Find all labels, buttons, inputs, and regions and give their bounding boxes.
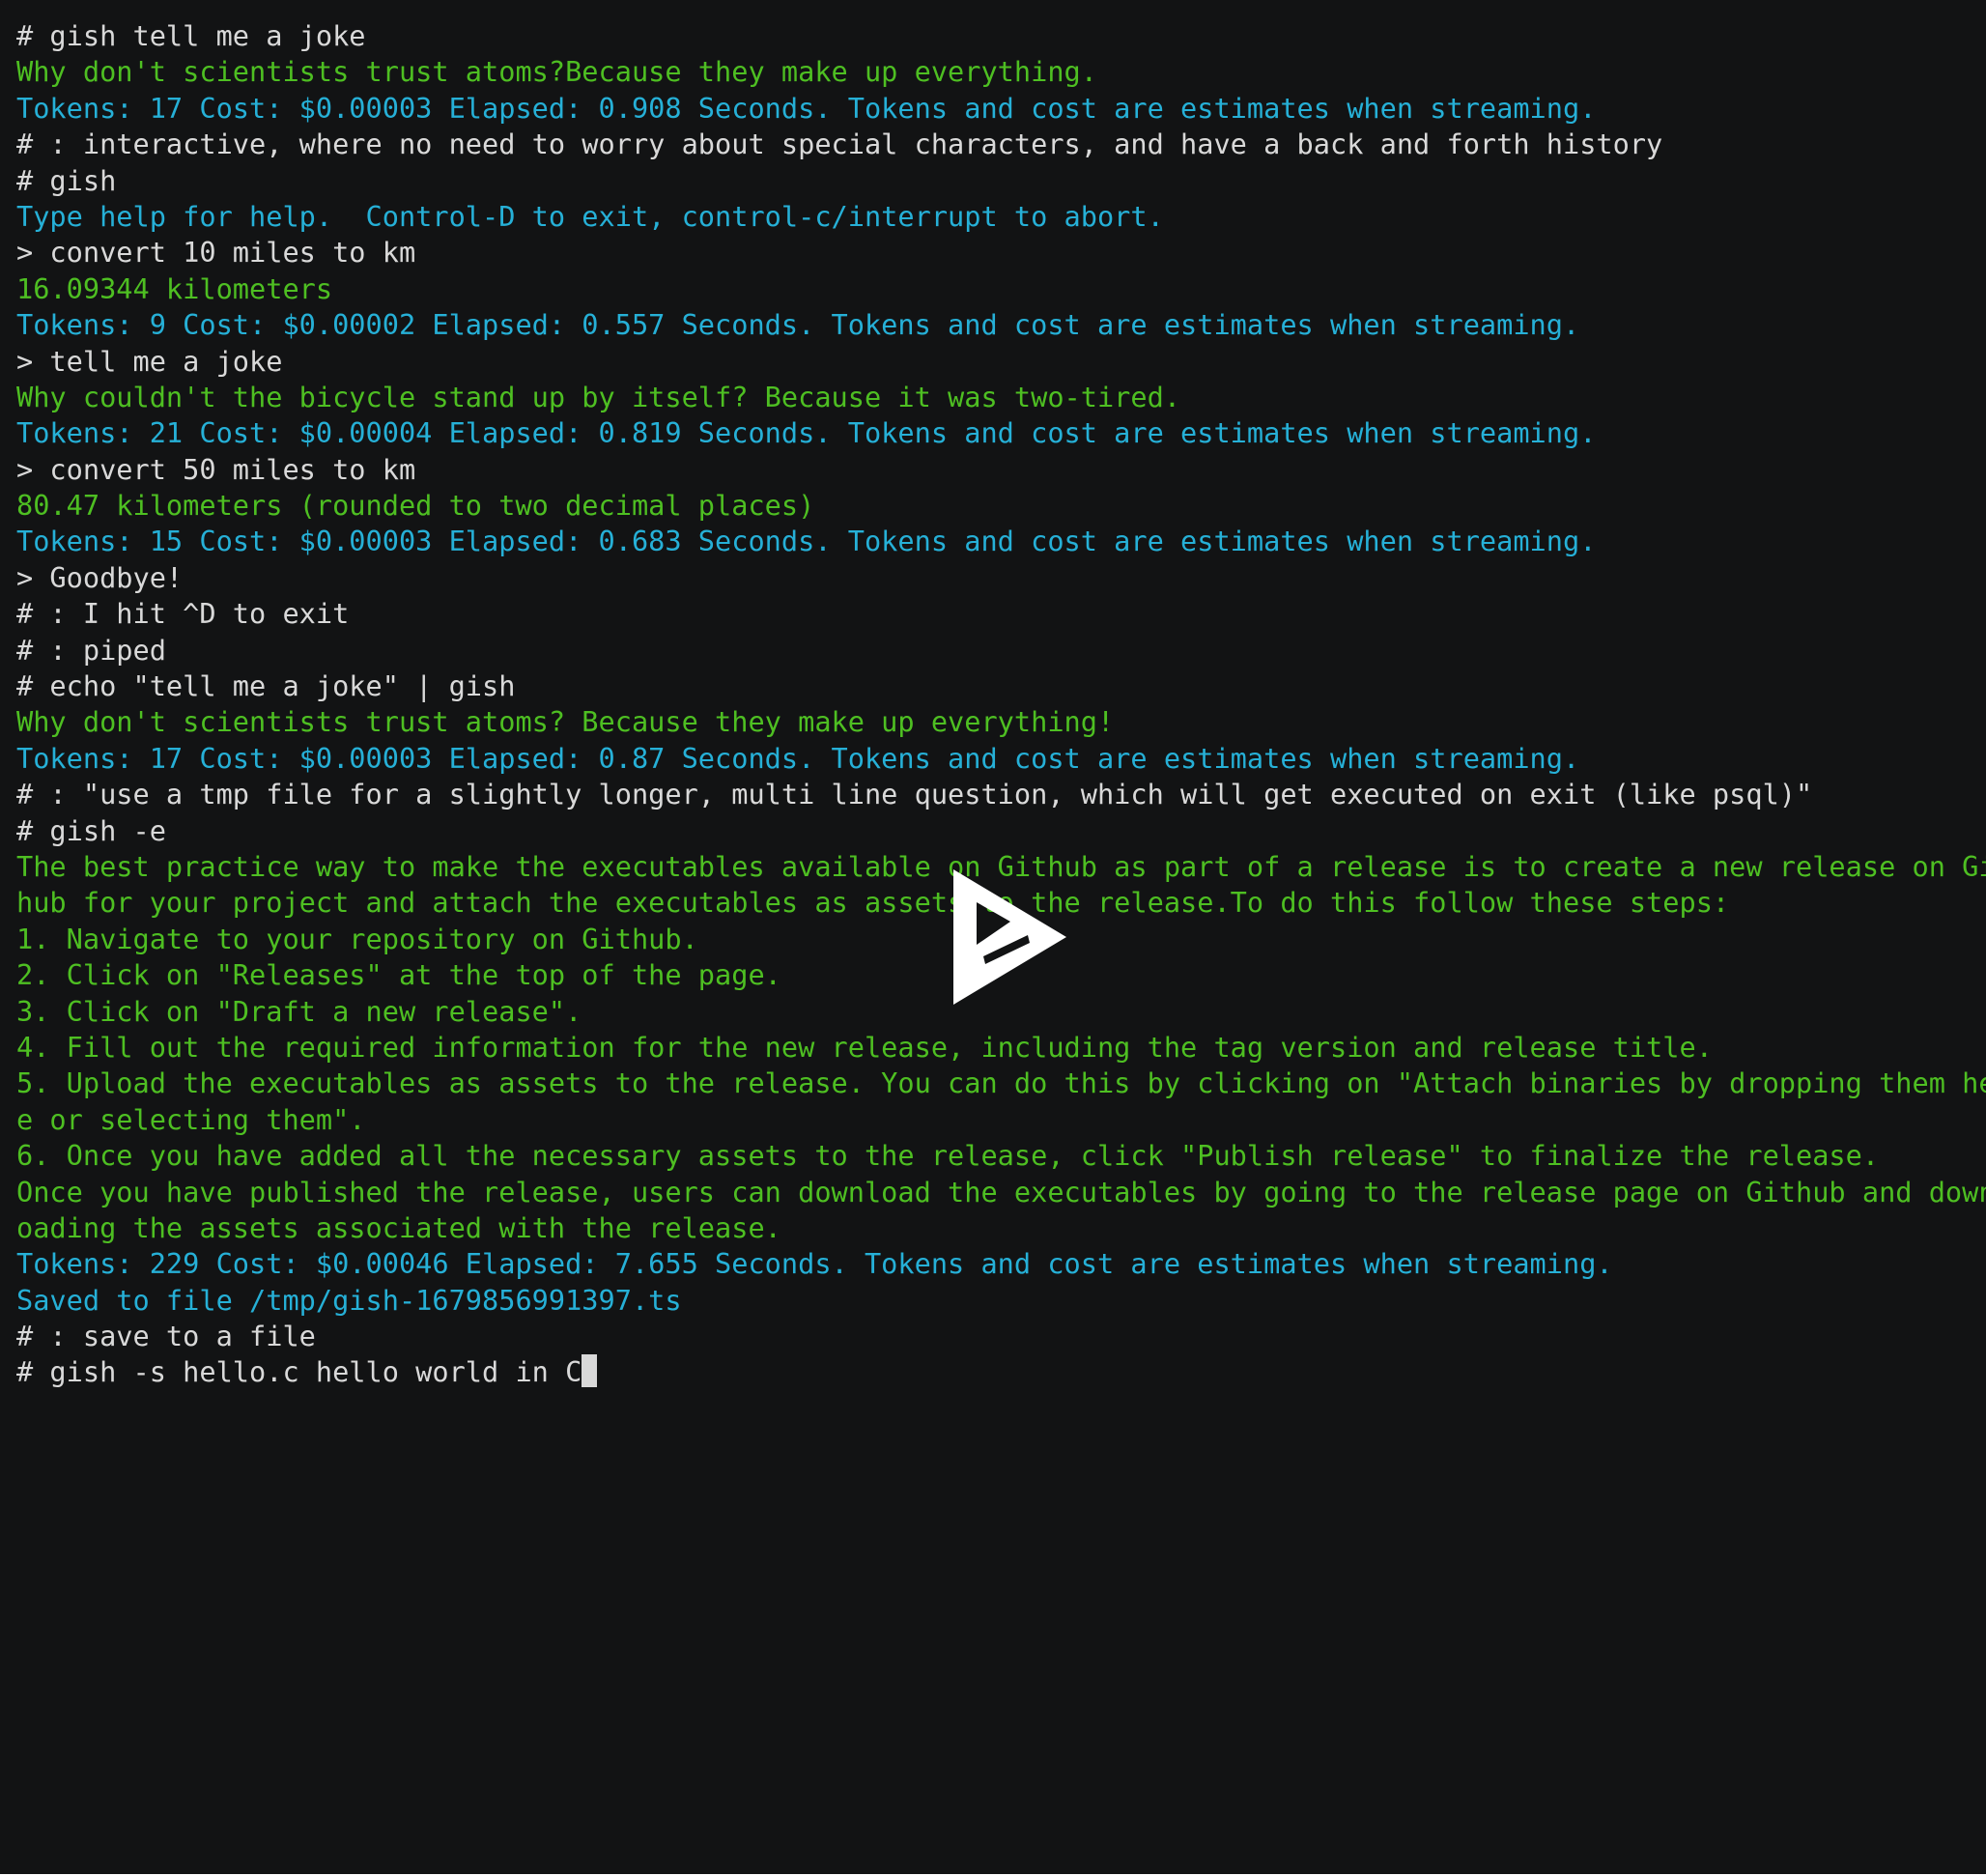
terminal-line-command-line: # : interactive, where no need to worry … xyxy=(16,127,1977,162)
terminal-line-text: Saved to file /tmp/gish-1679856991397.ts xyxy=(16,1283,682,1317)
terminal-line-response-line: e or selecting them". xyxy=(16,1102,1977,1138)
terminal-line-text: 80.47 kilometers (rounded to two decimal… xyxy=(16,489,815,523)
terminal-line-response-line: 4. Fill out the required information for… xyxy=(16,1030,1977,1066)
terminal-line-command-line: # : save to a file xyxy=(16,1319,1977,1354)
terminal-line-text: > convert 50 miles to km xyxy=(16,452,416,486)
terminal-line-text: # echo "tell me a joke" | gish xyxy=(16,669,516,703)
terminal-line-text: # gish -e xyxy=(16,813,166,847)
terminal-line-text: 5. Upload the executables as assets to t… xyxy=(16,1066,1986,1100)
asciinema-player[interactable]: # gish tell me a joke Why don't scientist… xyxy=(0,0,1986,1876)
terminal-line-response-line: oading the assets associated with the re… xyxy=(16,1210,1977,1246)
terminal-line-command-line: # gish tell me a joke xyxy=(16,18,1977,54)
terminal-line-text: 3. Click on "Draft a new release". xyxy=(16,994,582,1028)
terminal-line-command-line: # gish -s hello.c hello world in C xyxy=(16,1354,1977,1390)
terminal-line-text: > tell me a joke xyxy=(16,344,283,378)
terminal-line-text: Why couldn't the bicycle stand up by its… xyxy=(16,380,1181,413)
terminal-line-command-line: # gish xyxy=(16,163,1977,199)
terminal-line-text: # : piped xyxy=(16,633,166,667)
terminal-line-info-line: Tokens: 17 Cost: $0.00003 Elapsed: 0.908… xyxy=(16,91,1977,127)
terminal-cursor xyxy=(582,1354,598,1388)
terminal-line-info-line: Tokens: 9 Cost: $0.00002 Elapsed: 0.557 … xyxy=(16,307,1977,343)
terminal-line-command-line: > convert 10 miles to km xyxy=(16,235,1977,270)
terminal-line-text: oading the assets associated with the re… xyxy=(16,1210,781,1244)
terminal-line-info-line: Tokens: 17 Cost: $0.00003 Elapsed: 0.87 … xyxy=(16,741,1977,777)
terminal-line-text: > Goodbye! xyxy=(16,560,184,594)
terminal-line-text: e or selecting them". xyxy=(16,1102,366,1136)
terminal-line-response-line: 80.47 kilometers (rounded to two decimal… xyxy=(16,488,1977,524)
terminal-line-text: # : save to a file xyxy=(16,1320,316,1353)
terminal-line-text: # gish tell me a joke xyxy=(16,19,366,52)
terminal-line-response-line: 6. Once you have added all the necessary… xyxy=(16,1138,1977,1174)
terminal-line-text: 6. Once you have added all the necessary… xyxy=(16,1139,1880,1173)
play-icon xyxy=(953,869,1066,1005)
terminal-line-info-line: Saved to file /tmp/gish-1679856991397.ts xyxy=(16,1283,1977,1319)
terminal-line-response-line: 5. Upload the executables as assets to t… xyxy=(16,1066,1986,1101)
terminal-line-text: Tokens: 229 Cost: $0.00046 Elapsed: 7.65… xyxy=(16,1247,1613,1281)
terminal-line-info-line: Tokens: 229 Cost: $0.00046 Elapsed: 7.65… xyxy=(16,1246,1977,1282)
terminal-line-text: Type help for help. Control-D to exit, c… xyxy=(16,199,1164,233)
terminal-line-text: # gish xyxy=(16,163,117,197)
terminal-line-info-line: Tokens: 21 Cost: $0.00004 Elapsed: 0.819… xyxy=(16,415,1977,451)
terminal-line-text: 4. Fill out the required information for… xyxy=(16,1030,1713,1064)
terminal-line-text: > convert 10 miles to km xyxy=(16,236,416,270)
terminal-line-command-line: > Goodbye! xyxy=(16,560,1977,596)
terminal-line-response-line: Why don't scientists trust atoms?Because… xyxy=(16,54,1977,90)
terminal-line-response-line: Why don't scientists trust atoms? Becaus… xyxy=(16,704,1977,740)
terminal-line-text: Tokens: 17 Cost: $0.00003 Elapsed: 0.87 … xyxy=(16,741,1580,775)
terminal-line-text: Tokens: 17 Cost: $0.00003 Elapsed: 0.908… xyxy=(16,91,1597,125)
terminal-line-command-line: # : piped xyxy=(16,633,1977,668)
terminal-line-info-line: Tokens: 15 Cost: $0.00003 Elapsed: 0.683… xyxy=(16,524,1977,559)
play-button[interactable] xyxy=(947,867,1072,1007)
terminal-output: # gish tell me a joke Why don't scientist… xyxy=(16,18,1986,1391)
terminal-line-text: 2. Click on "Releases" at the top of the… xyxy=(16,958,781,992)
terminal-line-text: Why don't scientists trust atoms?Because… xyxy=(16,55,1097,89)
terminal-line-text: hub for your project and attach the exec… xyxy=(16,886,1730,920)
terminal-line-text: Once you have published the release, use… xyxy=(16,1175,1986,1208)
terminal-line-command-line: # echo "tell me a joke" | gish xyxy=(16,668,1977,704)
terminal-line-text: # : interactive, where no need to worry … xyxy=(16,128,1663,161)
terminal-line-text: Tokens: 21 Cost: $0.00004 Elapsed: 0.819… xyxy=(16,416,1597,450)
terminal-line-text: Tokens: 9 Cost: $0.00002 Elapsed: 0.557 … xyxy=(16,308,1580,342)
terminal-line-text: 1. Navigate to your repository on Github… xyxy=(16,922,698,955)
terminal-line-text: # gish -s hello.c hello world in C xyxy=(16,1355,582,1389)
terminal-line-text: Tokens: 15 Cost: $0.00003 Elapsed: 0.683… xyxy=(16,525,1597,558)
terminal-line-response-line: Once you have published the release, use… xyxy=(16,1175,1986,1210)
terminal-line-command-line: > convert 50 miles to km xyxy=(16,452,1977,488)
terminal-line-command-line: # : I hit ^D to exit xyxy=(16,596,1977,632)
terminal-line-text: # : "use a tmp file for a slightly longe… xyxy=(16,778,1813,811)
terminal-line-command-line: # : "use a tmp file for a slightly longe… xyxy=(16,777,1977,812)
terminal-line-text: # : I hit ^D to exit xyxy=(16,597,350,631)
terminal-line-command-line: # gish -e xyxy=(16,813,1977,849)
terminal-line-text: Why don't scientists trust atoms? Becaus… xyxy=(16,705,1115,739)
terminal-line-response-line: Why couldn't the bicycle stand up by its… xyxy=(16,380,1977,415)
terminal-line-command-line: > tell me a joke xyxy=(16,344,1977,380)
terminal-line-info-line: Type help for help. Control-D to exit, c… xyxy=(16,199,1977,235)
terminal-line-response-line: 16.09344 kilometers xyxy=(16,271,1977,307)
terminal-line-text: 16.09344 kilometers xyxy=(16,271,333,305)
